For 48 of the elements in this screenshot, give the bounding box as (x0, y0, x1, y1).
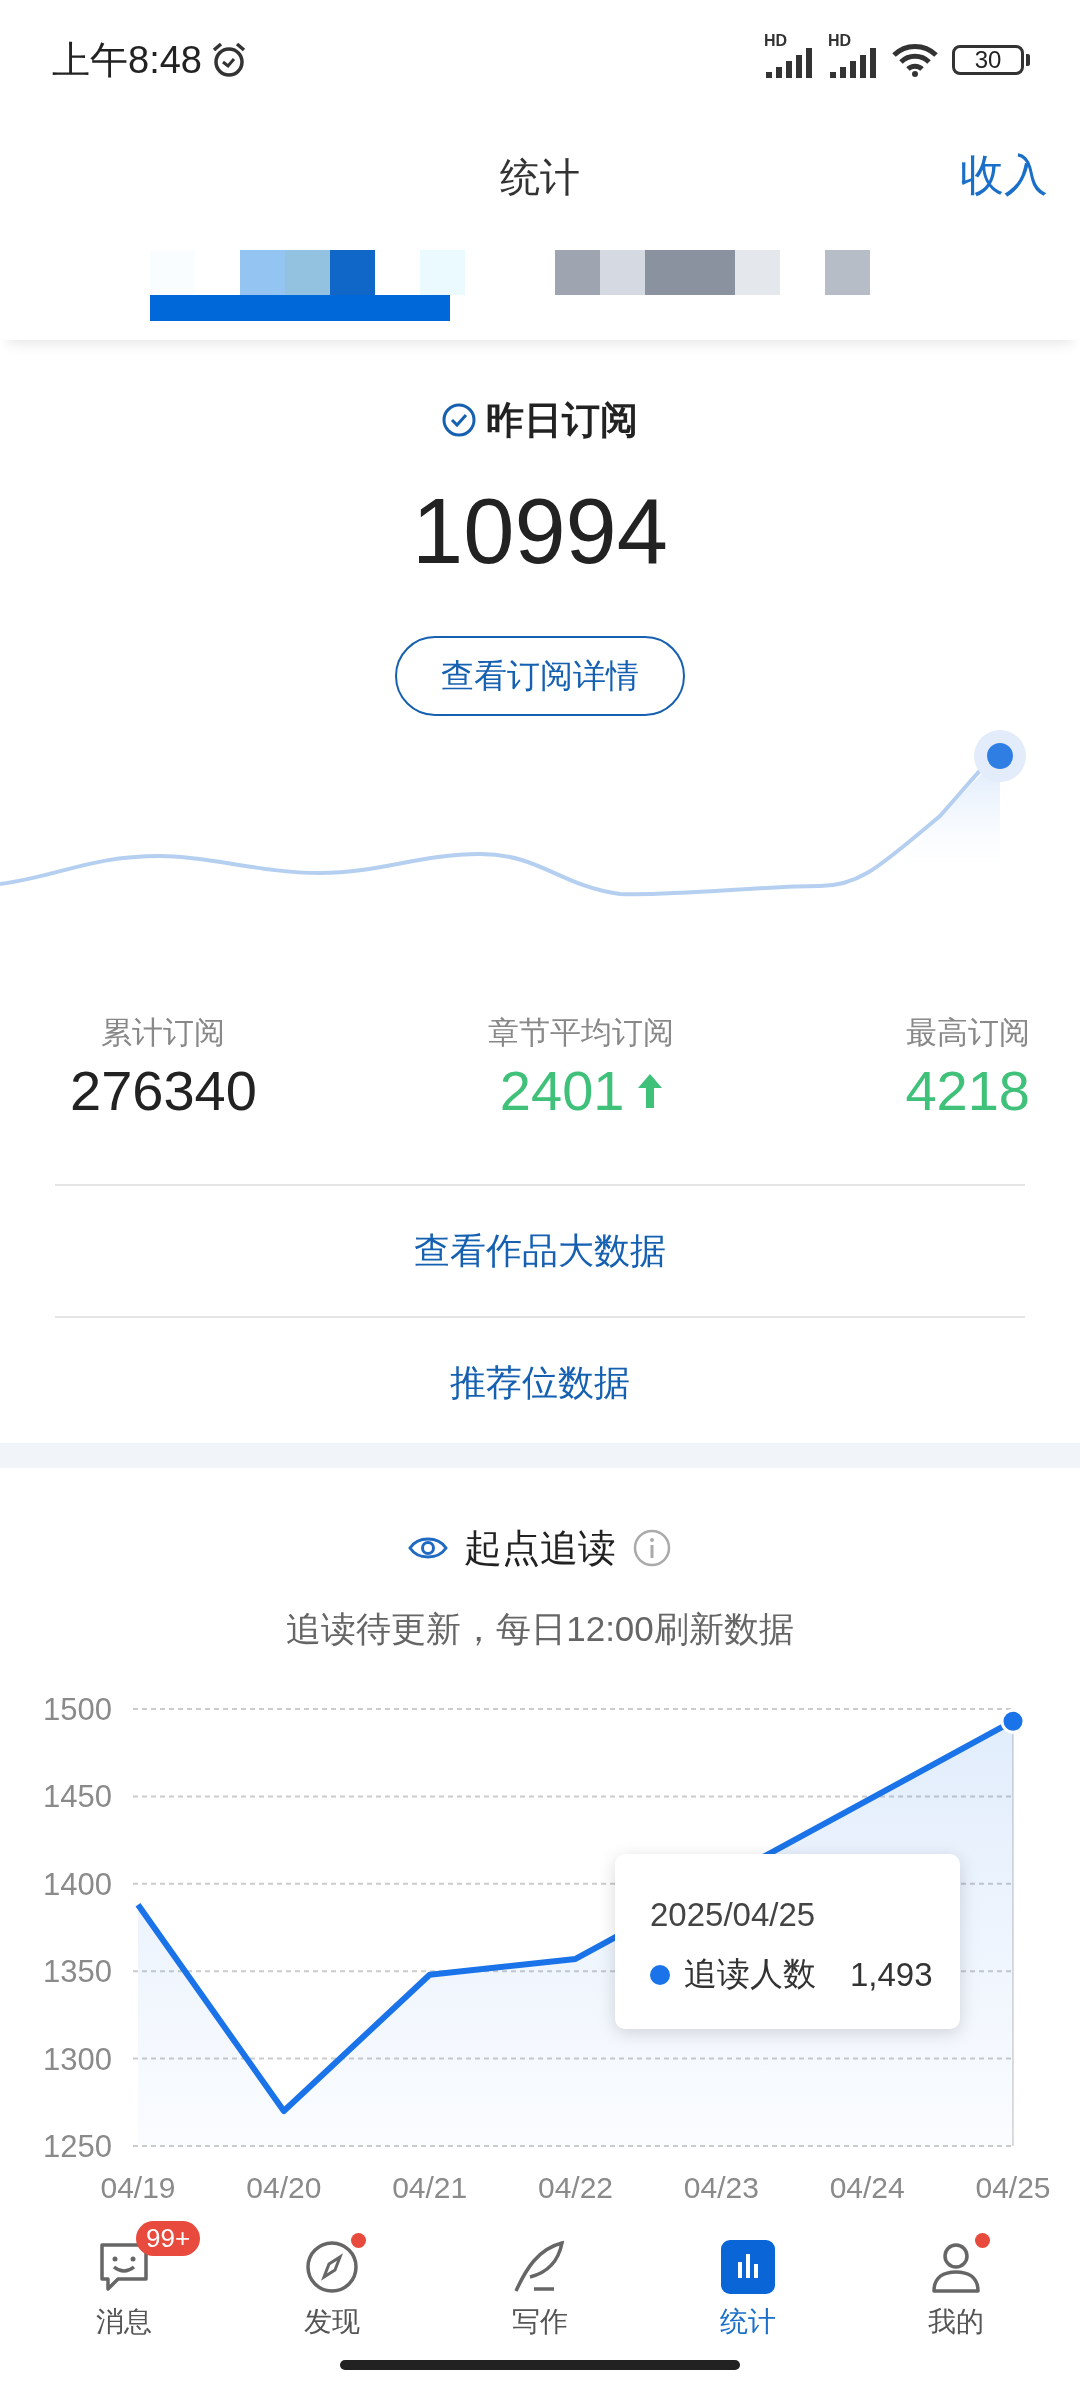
nav-tab[interactable]: 发现 (252, 2220, 412, 2360)
x-axis-label: 04/24 (829, 2171, 905, 2204)
x-axis-label: 04/20 (246, 2171, 322, 2204)
check-circle-icon (442, 403, 476, 437)
compass-icon (304, 2239, 360, 2295)
bar-chart-icon (721, 2240, 775, 2294)
page-title: 统计 (500, 154, 580, 201)
stat-label: 章节平均订阅 (488, 1014, 675, 1052)
stat-label: 累计订阅 (101, 1014, 226, 1052)
stat-value: 276340 (70, 1058, 257, 1123)
network-type-label: HD (828, 32, 852, 50)
data-link[interactable]: 推荐位数据 (450, 1358, 630, 1408)
series-name: 追读人数 (684, 1954, 816, 1994)
nav-tab[interactable]: 99+ 消息 (44, 2220, 204, 2360)
x-axis-label: 04/21 (392, 2171, 468, 2204)
section-title: 昨日订阅 (486, 397, 638, 443)
stat-label: 最高订阅 (905, 1014, 1030, 1052)
notification-badge: 99+ (136, 2221, 201, 2256)
series-dot (650, 1964, 670, 1985)
nav-tab[interactable]: 我的 (876, 2220, 1036, 2360)
wifi-icon (892, 43, 938, 77)
y-axis-label: 1400 (43, 1866, 112, 1902)
highlight-point (974, 730, 1026, 782)
section-title: 起点追读 (464, 1525, 616, 1571)
network-type-label: HD (764, 32, 788, 50)
y-axis-label: 1350 (43, 1954, 112, 1990)
y-axis-label: 1250 (43, 2129, 112, 2164)
subscription-count: 10994 (412, 479, 668, 584)
stat-value: 2401 (499, 1058, 625, 1123)
y-axis-label: 1300 (43, 2041, 112, 2077)
data-point[interactable] (1000, 1708, 1026, 1734)
tooltip-date: 2025/04/25 (650, 1896, 817, 1934)
y-axis-label: 1500 (43, 1692, 112, 1727)
x-axis-label: 04/25 (975, 2171, 1051, 2204)
y-axis-label: 1450 (43, 1779, 112, 1815)
subscription-details-button[interactable]: 查看订阅详情 (395, 636, 685, 716)
nav-tab[interactable]: 写作 (460, 2220, 620, 2360)
status-time: 上午8:48 (52, 37, 202, 83)
x-axis-label: 04/22 (537, 2171, 614, 2204)
nav-tab[interactable]: 统计 (668, 2220, 828, 2360)
x-axis-label: 04/19 (100, 2171, 176, 2204)
stat-value: 4218 (905, 1058, 1030, 1123)
income-link[interactable]: 收入 (960, 146, 1048, 205)
info-icon[interactable] (632, 1528, 672, 1568)
x-axis-label: 04/23 (683, 2171, 759, 2204)
data-link[interactable]: 查看作品大数据 (414, 1226, 666, 1276)
refresh-note: 追读待更新，每日12:00刷新数据 (285, 1608, 795, 1650)
tooltip-value: 1,493 (850, 1955, 933, 1994)
